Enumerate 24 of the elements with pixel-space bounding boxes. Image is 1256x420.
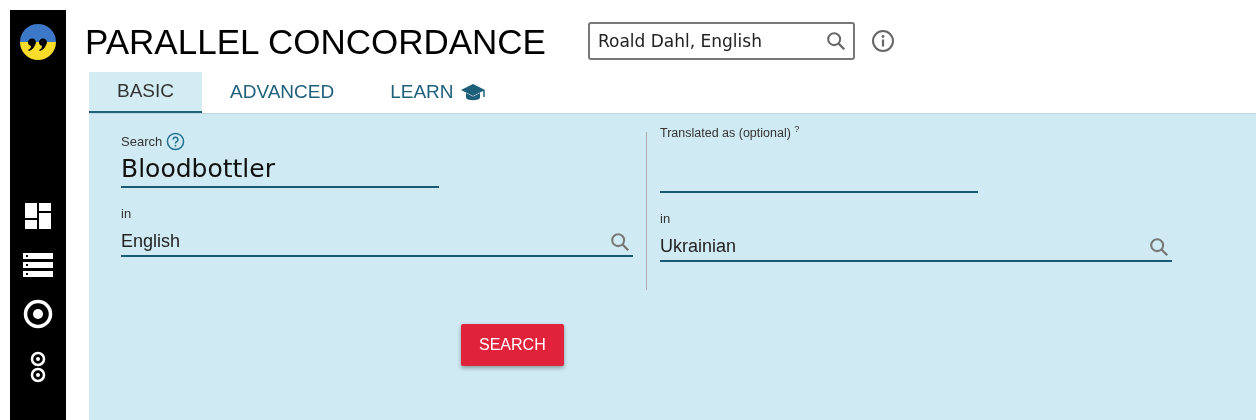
field-label: in (660, 209, 672, 228)
corpus-search-field[interactable]: Roald Dahl, English (587, 22, 855, 60)
language-field[interactable]: Ukrainian (660, 232, 1172, 263)
tab[interactable]: LEARN (362, 72, 514, 113)
search-button[interactable]: SEARCH (461, 324, 564, 366)
field-label: Translated as (optional) $^{?}$ (660, 124, 801, 142)
circles-icon[interactable] (29, 350, 47, 383)
search-input[interactable]: Bloodbottler (121, 151, 439, 188)
info-icon[interactable] (870, 29, 895, 53)
help-icon[interactable] (166, 132, 186, 152)
language-field[interactable]: English (121, 227, 633, 257)
dashboard-icon[interactable] (24, 202, 52, 230)
app-title: PARALLEL CONCORDANCE (85, 23, 546, 59)
field-label: Search (121, 133, 163, 151)
graduation-cap-icon (459, 82, 486, 103)
search-icon[interactable] (609, 231, 631, 253)
tab[interactable]: ADVANCED (202, 72, 363, 113)
search-icon[interactable] (1148, 236, 1170, 259)
list-icon[interactable] (23, 252, 53, 277)
tab[interactable]: BASIC (89, 72, 203, 113)
field-label: in (121, 204, 133, 223)
search-icon[interactable] (824, 30, 847, 52)
logo-icon[interactable] (18, 22, 58, 62)
target-icon[interactable] (23, 298, 53, 329)
